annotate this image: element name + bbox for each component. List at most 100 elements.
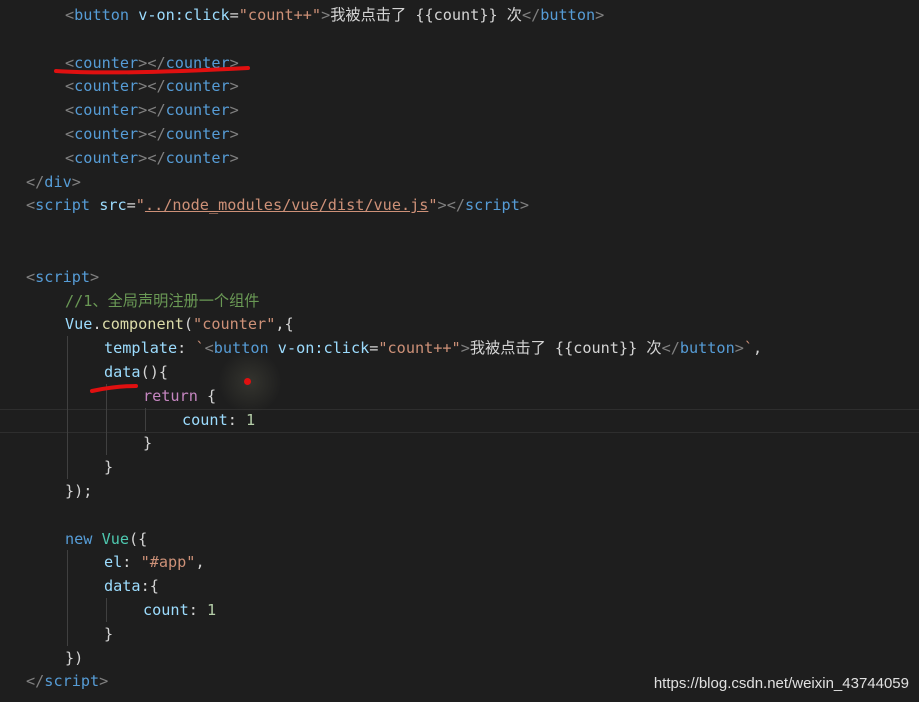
code-token: data	[104, 363, 141, 381]
indent-guide	[67, 574, 68, 598]
code-token: ></	[138, 101, 166, 120]
code-token: counter	[165, 101, 230, 120]
code-line[interactable]: <button v-on:click="count++">我被点击了 {{cou…	[65, 3, 604, 27]
indent-guide	[67, 383, 68, 408]
code-token: >	[229, 125, 239, 143]
code-token: :	[177, 339, 196, 358]
code-token: new	[65, 529, 93, 548]
code-token: });	[65, 482, 93, 500]
code-line[interactable]: })	[65, 646, 83, 670]
code-token: div	[44, 172, 72, 191]
code-token: script	[35, 267, 91, 286]
code-line[interactable]: <counter></counter>	[65, 74, 239, 98]
code-token: :	[122, 553, 141, 572]
code-token: //1、全局声明注册一个组件	[65, 291, 260, 310]
watermark-text: https://blog.csdn.net/weixin_43744059	[653, 675, 909, 692]
current-line-highlight	[0, 409, 919, 433]
code-token: (){	[140, 363, 169, 381]
code-token: >	[229, 148, 239, 167]
code-token: ,{	[275, 315, 294, 334]
code-token: counter	[74, 148, 139, 167]
code-token: ></	[138, 77, 166, 96]
code-line[interactable]: Vue.component("counter",{	[65, 312, 294, 336]
code-token: Vue	[65, 315, 93, 334]
code-token: v-on:click	[138, 6, 230, 24]
code-token: })	[65, 648, 84, 667]
code-line[interactable]: }	[104, 455, 113, 479]
code-token: 我被点击了 {{count}} 次	[330, 6, 522, 24]
code-token: return	[143, 386, 198, 405]
code-token: </	[26, 172, 45, 191]
code-token: `	[743, 339, 754, 358]
code-line[interactable]: <counter></counter>	[65, 122, 239, 146]
code-token: >	[71, 172, 81, 191]
code-line[interactable]: </script>	[26, 669, 108, 693]
code-line[interactable]: el: "#app",	[104, 550, 205, 574]
code-token: `	[195, 339, 205, 358]
code-token: counter	[74, 125, 139, 143]
code-token: >	[229, 101, 239, 120]
code-token: template	[104, 339, 178, 358]
code-line[interactable]: }	[143, 431, 152, 455]
code-token: <	[26, 196, 36, 215]
code-line[interactable]: <script src="../node_modules/vue/dist/vu…	[26, 193, 529, 217]
code-line[interactable]: <script>	[26, 265, 99, 289]
code-token: }	[104, 624, 114, 643]
code-line[interactable]: return {	[143, 384, 216, 408]
code-line[interactable]: //1、全局声明注册一个组件	[65, 289, 260, 313]
code-line[interactable]: <counter></counter>	[65, 98, 239, 122]
code-token: counter	[74, 101, 139, 120]
code-token: counter	[165, 77, 230, 96]
code-token: el	[104, 553, 123, 572]
code-line[interactable]: data:{	[104, 574, 159, 598]
indent-guide	[106, 431, 107, 456]
code-token: ,	[195, 553, 205, 572]
code-token: count	[143, 601, 189, 619]
code-token: <	[26, 267, 36, 286]
code-token: ></	[437, 196, 465, 215]
code-line[interactable]: }	[104, 622, 113, 646]
code-token: Vue	[101, 529, 130, 548]
code-token: "	[428, 196, 438, 215]
code-token: ></	[138, 148, 166, 167]
code-token: </	[521, 6, 541, 24]
code-token: >	[734, 339, 744, 358]
code-line[interactable]: count: 1	[143, 598, 216, 622]
code-token: :	[188, 601, 208, 619]
code-token: button	[74, 6, 130, 24]
code-token: ,	[753, 339, 763, 358]
code-token: data	[104, 577, 141, 596]
code-token: >	[519, 196, 530, 215]
code-token: <	[65, 125, 75, 143]
indent-guide	[67, 550, 68, 575]
code-token: <	[65, 101, 75, 120]
code-token: src	[99, 196, 127, 215]
indent-guide	[106, 407, 107, 432]
code-token: "count++"	[238, 6, 322, 24]
code-token: ../node_modules/vue/dist/vue.js	[144, 196, 429, 215]
code-token: ({	[129, 529, 148, 548]
code-line[interactable]: });	[65, 479, 92, 503]
code-token: >	[321, 6, 331, 24]
code-token: "count++"	[378, 339, 461, 358]
code-token: <	[204, 339, 214, 358]
code-token: >	[595, 6, 605, 24]
code-token: </	[661, 339, 680, 358]
code-line[interactable]: new Vue({	[65, 527, 147, 551]
code-line[interactable]: </div>	[26, 170, 81, 194]
code-token: script	[464, 196, 520, 215]
code-token: button	[540, 6, 596, 24]
indent-guide	[67, 598, 68, 622]
indent-guide	[67, 407, 68, 432]
code-token: button	[679, 339, 735, 358]
code-line[interactable]: template: `<button v-on:click="count++">…	[104, 336, 762, 360]
code-token: 1	[207, 601, 217, 619]
code-line[interactable]: <counter></counter>	[65, 146, 239, 170]
code-token: "#app"	[140, 553, 196, 572]
red-dot-mark	[244, 378, 251, 385]
code-token: >	[99, 672, 109, 691]
indent-guide	[67, 336, 68, 360]
